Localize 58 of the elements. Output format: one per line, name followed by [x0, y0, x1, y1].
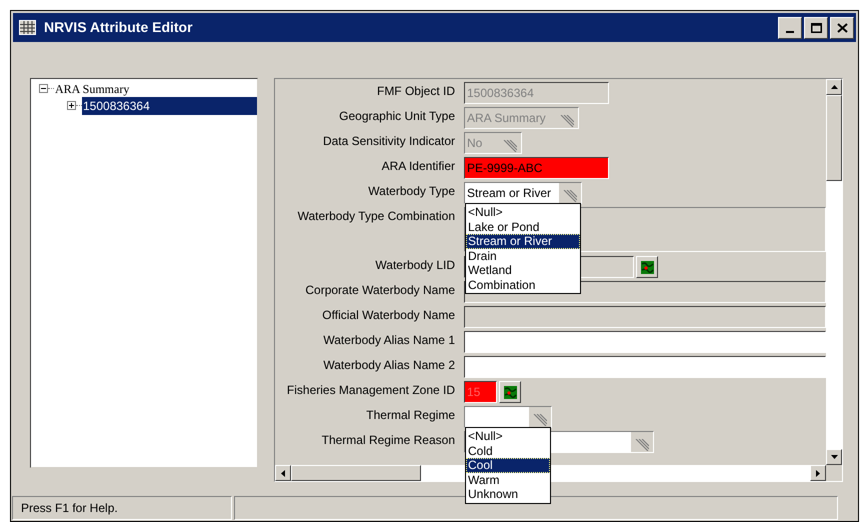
scroll-left-button[interactable] [275, 465, 291, 481]
resize-grip-icon [635, 439, 649, 451]
minimize-button[interactable] [778, 16, 802, 38]
field-label: Waterbody LID [375, 257, 455, 274]
maximize-icon [810, 22, 822, 32]
field-label: ARA Identifier [382, 158, 455, 175]
resize-grip-icon [560, 115, 574, 127]
lookup-button[interactable] [499, 381, 521, 403]
left-arrow-icon [281, 470, 285, 476]
field-label: Waterbody Type [368, 183, 455, 200]
field-label: Thermal Regime [366, 407, 455, 424]
scroll-up-button[interactable] [826, 79, 842, 95]
field-label: Data Sensitivity Indicator [322, 133, 455, 150]
scroll-right-button[interactable] [810, 465, 826, 481]
dropdown-option[interactable]: Drain [466, 248, 580, 263]
field-label: Corporate Waterbody Name [305, 282, 455, 299]
expand-icon[interactable] [67, 101, 76, 110]
field-label: Waterbody Alias Name 2 [323, 357, 455, 374]
grid-icon [19, 20, 36, 35]
map-icon [504, 386, 516, 398]
field-label: Thermal Regime Reason [322, 432, 455, 449]
close-button[interactable] [830, 16, 854, 38]
tree-item[interactable]: 1500836364 [82, 96, 257, 114]
window-title: NRVIS Attribute Editor [44, 18, 194, 37]
field-label: Official Waterbody Name [322, 307, 455, 324]
dropdown-option[interactable]: Cold [466, 444, 550, 458]
text-field[interactable] [464, 331, 826, 353]
up-arrow-icon [830, 85, 838, 89]
field-label: Fisheries Management Zone ID [286, 382, 455, 399]
field-label: Waterbody Alias Name 1 [323, 332, 455, 349]
dropdown-option[interactable]: Lake or Pond [466, 220, 580, 234]
collapse-icon[interactable] [39, 84, 48, 93]
scroll-thumb[interactable] [826, 95, 842, 181]
field-label: FMF Object ID [376, 83, 455, 100]
down-arrow-icon [830, 455, 838, 459]
dropdown-option[interactable]: <Null> [466, 205, 580, 220]
scroll-thumb[interactable] [291, 465, 421, 481]
dropdown-option[interactable]: <Null> [466, 429, 550, 444]
dropdown-option[interactable]: Stream or River [466, 234, 580, 248]
right-arrow-icon [816, 470, 820, 476]
field-label: Waterbody Type Combination [298, 208, 455, 225]
dropdown-option[interactable]: Unknown [466, 487, 550, 502]
status-message: Press F1 for Help. [21, 500, 118, 517]
minimize-icon [786, 30, 794, 32]
vertical-scrollbar[interactable] [826, 79, 842, 465]
close-icon [836, 22, 848, 32]
text-field[interactable]: PE-9999-ABC [464, 157, 609, 179]
map-icon [640, 260, 654, 274]
dropdown-option[interactable]: Warm [466, 472, 550, 487]
dropdown-option[interactable]: Wetland [466, 263, 580, 278]
resize-grip-icon [503, 140, 517, 152]
dropdown-option[interactable]: Combination [466, 278, 580, 292]
tree-item[interactable]: ARA Summary [54, 80, 130, 98]
field-label: Geographic Unit Type [339, 108, 455, 125]
maximize-button[interactable] [804, 16, 828, 38]
scroll-down-button[interactable] [826, 449, 842, 465]
dropdown-option[interactable]: Cool [466, 458, 550, 472]
text-field[interactable] [464, 356, 826, 378]
